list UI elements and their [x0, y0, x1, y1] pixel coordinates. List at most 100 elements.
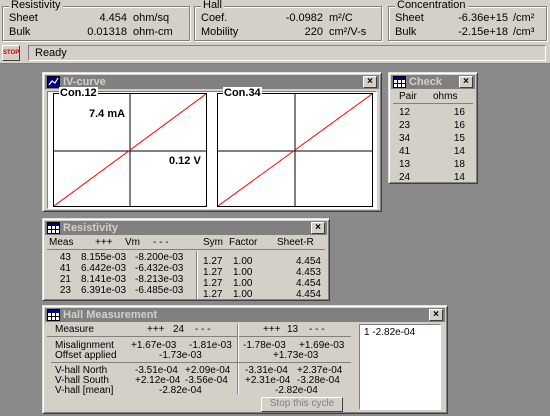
column-divider	[196, 251, 198, 299]
group1-number-header: 24	[173, 324, 185, 335]
bulk-concentration-value: -2.15e+18	[458, 26, 508, 38]
current-scale-label: 7.4 mA	[88, 108, 127, 120]
iv-plot-con34-canvas	[218, 94, 372, 206]
plot-con12-label: Con.12	[59, 87, 98, 99]
sym-cell: 1.27	[203, 289, 223, 300]
check-title: Check	[409, 76, 443, 88]
bulk-resistivity-value: 0.01318	[87, 26, 127, 38]
mobility-label: Mobility	[201, 26, 239, 38]
offset-applied-label: Offset applied	[55, 350, 117, 361]
meas-cell: 23	[59, 285, 71, 296]
table-window-icon	[47, 222, 60, 234]
minus-cell: -6.485e-03	[135, 285, 184, 296]
check-window: Check × Pair ohms 12 16 23 16 34 15 41 1…	[388, 72, 478, 184]
ohms-column-header: ohms	[433, 91, 458, 102]
factor-cell: 1.00	[233, 278, 253, 289]
close-icon: ×	[463, 76, 469, 87]
factor-cell: 1.00	[233, 289, 253, 300]
column-divider	[237, 324, 239, 394]
plus-cell: 6.442e-03	[81, 263, 127, 274]
minus-cell: -8.200e-03	[135, 252, 184, 263]
check-pair: 41	[399, 146, 411, 157]
resistivity-group: Resistivity Sheet 4.454 ohm/sq Bulk 0.01…	[2, 0, 190, 41]
hall-coef-label: Coef.	[201, 12, 228, 24]
sheet-r-cell: 4.454	[295, 289, 321, 300]
check-pair: 34	[399, 133, 411, 144]
status-text: Ready	[28, 45, 546, 61]
meas-cell: 21	[59, 274, 71, 285]
check-header: Pair ohms	[393, 91, 473, 104]
check-ohms: 14	[453, 146, 465, 157]
stop-icon: STOP	[3, 50, 20, 56]
hall-header: Measure +++ 24 - - - +++ 13 - - -	[47, 324, 351, 337]
iv-plot-con12-canvas	[54, 94, 206, 206]
check-ohms: 15	[453, 133, 465, 144]
table-window-icon	[393, 76, 406, 88]
bulk-resistivity-unit: ohm-cm	[133, 26, 173, 38]
sym-cell: 1.27	[203, 267, 223, 278]
stop-button[interactable]: STOP	[2, 45, 20, 61]
iv-plot-con34: Con.34	[217, 87, 373, 207]
hall-group-title: Hall	[201, 0, 224, 11]
resistivity-window: Resistivity × Meas +++ Vm - - - Sym Fact…	[42, 218, 330, 301]
close-button[interactable]: ×	[429, 309, 443, 321]
vhall-mean-label: V-hall [mean]	[55, 385, 114, 396]
hall-measurement-title: Hall Measurement	[63, 309, 158, 321]
hall-coef-unit: m²/C	[329, 12, 353, 24]
hall-measurement-window: Hall Measurement × Measure +++ 24 - - - …	[42, 305, 448, 414]
vm-column-header: Vm	[125, 237, 140, 248]
hall-results-list[interactable]: 1 -2.82e-04	[359, 324, 441, 410]
check-ohms: 16	[453, 107, 465, 118]
hall-coef-value: -0.0982	[285, 12, 323, 24]
hall-group: Hall Coef. -0.0982 m²/C Mobility 220 cm²…	[194, 0, 382, 41]
close-icon: ×	[315, 222, 321, 233]
check-pair: 24	[399, 172, 411, 183]
iv-curve-window: IV-curve × Con.12 7.4 mA 0.12 V Con.34	[42, 72, 382, 212]
minus-column-header: - - -	[153, 237, 169, 248]
group1-minus-header: - - -	[195, 324, 211, 335]
vhall-mean-value: -2.82e-04	[159, 385, 202, 396]
table-window-icon	[47, 309, 60, 321]
plot-con34-label: Con.34	[223, 87, 262, 99]
close-icon: ×	[433, 309, 439, 320]
sheet-concentration-value: -6.36e+15	[458, 12, 508, 24]
status-bar: STOP Ready	[0, 42, 550, 64]
hall-measurement-titlebar[interactable]: Hall Measurement ×	[45, 308, 445, 322]
sheet-resistance-label: Sheet	[9, 12, 38, 24]
group2-minus-header: - - -	[309, 324, 325, 335]
list-item[interactable]: 1 -2.82e-04	[364, 327, 415, 338]
mobility-unit: cm²/V-s	[329, 26, 367, 38]
meas-cell: 41	[59, 263, 71, 274]
resistivity-titlebar[interactable]: Resistivity ×	[45, 221, 327, 235]
close-button[interactable]: ×	[363, 76, 377, 88]
pair-column-header: Pair	[399, 91, 417, 102]
sym-cell: 1.27	[203, 278, 223, 289]
sym-cell: 1.27	[203, 256, 223, 267]
resistivity-window-title: Resistivity	[63, 222, 119, 234]
plus-cell: 6.391e-03	[81, 285, 127, 296]
sheet-resistance-unit: ohm/sq	[133, 12, 170, 24]
bulk-resistivity-label: Bulk	[9, 26, 31, 38]
check-titlebar[interactable]: Check ×	[391, 75, 475, 89]
measure-column-header: Measure	[55, 324, 94, 335]
sheet-r-cell: 4.454	[295, 278, 321, 289]
close-button[interactable]: ×	[459, 76, 473, 88]
factor-cell: 1.00	[233, 256, 253, 267]
stop-this-cycle-button[interactable]: Stop this cycle	[261, 397, 343, 412]
sheet-concentration-label: Sheet	[395, 12, 424, 24]
meas-cell: 43	[59, 252, 71, 263]
sheet-r-cell: 4.454	[295, 256, 321, 267]
bulk-concentration-label: Bulk	[395, 26, 417, 38]
group2-plus-header: +++	[263, 324, 281, 335]
group1-plus-header: +++	[147, 324, 165, 335]
close-button[interactable]: ×	[311, 222, 325, 234]
sym-column-header: Sym	[203, 237, 223, 248]
plus-cell: 8.141e-03	[81, 274, 127, 285]
sheet-concentration-unit: /cm²	[513, 12, 535, 24]
iv-curve-area: Con.12 7.4 mA 0.12 V Con.34	[47, 87, 377, 209]
resistivity-group-title: Resistivity	[9, 0, 63, 11]
sheet-resistance-value: 4.454	[99, 12, 127, 24]
offset-applied-value: -1.73e-03	[159, 350, 202, 361]
iv-plot-con12: Con.12 7.4 mA 0.12 V	[53, 87, 207, 207]
meas-column-header: Meas	[49, 237, 74, 248]
